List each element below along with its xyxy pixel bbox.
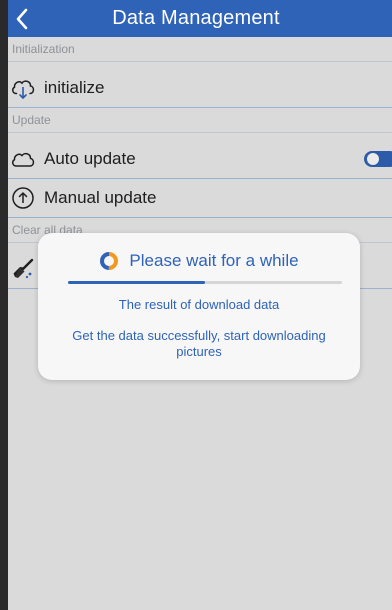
page-title: Data Management (112, 7, 280, 29)
spinner-icon (100, 252, 119, 270)
dialog-header: Please wait for a while (38, 249, 360, 273)
app-header: Data Management (0, 0, 392, 37)
download-progress-bar (68, 281, 342, 284)
dialog-status-line: The result of download data (118, 297, 280, 312)
app-screen: Data Management Initialization initializ… (0, 0, 392, 610)
left-edge (0, 0, 8, 610)
progress-fill (68, 281, 205, 284)
loading-dialog: Please wait for a while The result of do… (38, 233, 360, 380)
dialog-message: Get the data successfully, start downloa… (72, 328, 326, 359)
dialog-title: Please wait for a while (129, 251, 299, 270)
